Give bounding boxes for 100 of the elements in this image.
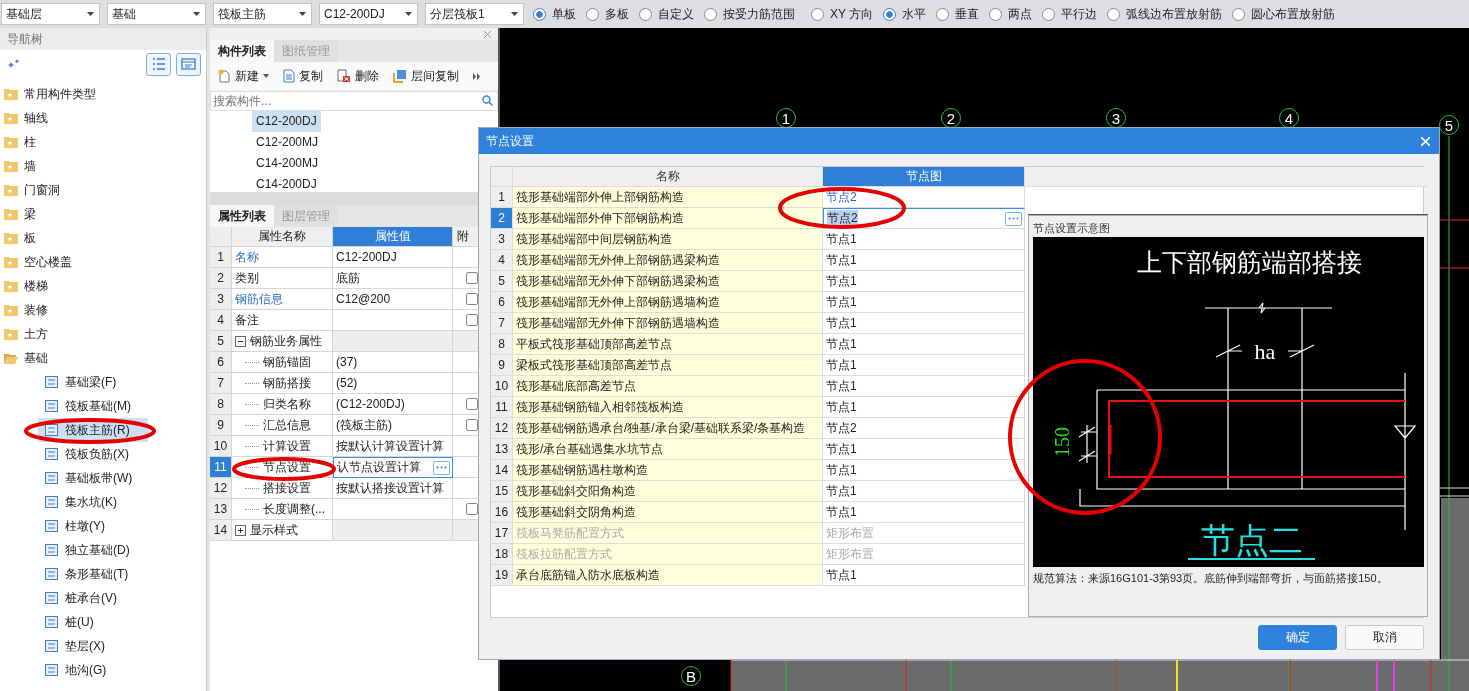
radio-option[interactable]: 平行边 [1042, 5, 1098, 23]
tree-item[interactable]: 常用构件类型 [0, 82, 206, 106]
tree-item[interactable]: 桩承台(V) [38, 586, 148, 610]
tree-item[interactable]: 门窗洞 [0, 178, 206, 202]
tree-item[interactable]: 基础板带(W) [38, 466, 148, 490]
table-cell: 梁板式筏形基础顶部高差节点 [513, 355, 823, 376]
tree-item[interactable]: 土方 [0, 322, 206, 346]
tree-item[interactable]: 基础梁(F) [38, 370, 148, 394]
tree-item[interactable]: 楼梯 [0, 274, 206, 298]
table-cell: (筏板主筋) [333, 415, 453, 436]
tree-item[interactable]: 柱 [0, 130, 206, 154]
link[interactable]: 钢筋信息 [235, 290, 283, 308]
radio-option[interactable]: 垂直 [936, 5, 980, 23]
search-icon[interactable] [482, 95, 493, 106]
list-view-button[interactable] [146, 52, 171, 76]
tree-item[interactable]: 板 [0, 226, 206, 250]
dropdown[interactable]: 筏板主筋 [213, 3, 312, 25]
radio-button[interactable] [639, 7, 652, 21]
radio-button[interactable] [811, 7, 824, 21]
list-item[interactable]: C12-200MJ [252, 132, 323, 153]
tree-item[interactable]: 集水坑(K) [38, 490, 148, 514]
radio-button[interactable] [1107, 7, 1121, 21]
toolbar-button[interactable]: 层间复制 [387, 64, 465, 88]
tree-item[interactable]: 空心楼盖 [0, 250, 206, 274]
sparkle-icon[interactable] [7, 58, 21, 70]
checkbox[interactable] [466, 419, 478, 431]
property-name: 钢筋锚固 [263, 353, 311, 371]
tree-item[interactable]: 地沟(G) [38, 658, 148, 682]
double-chevron-icon[interactable] [473, 72, 480, 80]
expand-icon[interactable] [235, 524, 246, 536]
radio-button[interactable] [704, 7, 717, 21]
tree-item[interactable]: 筏板负筋(X) [38, 442, 148, 466]
radio-button[interactable] [586, 7, 599, 21]
radio-option[interactable]: 两点 [989, 5, 1033, 23]
tree-item[interactable]: 条形基础(T) [38, 562, 148, 586]
radio-option[interactable]: 水平 [883, 5, 927, 23]
checkbox[interactable] [466, 293, 478, 305]
ok-button[interactable]: 确定 [1258, 625, 1337, 650]
radio-option[interactable]: 圆心布置放射筋 [1232, 5, 1336, 23]
radio-option[interactable]: 按受力筋范围 [704, 5, 795, 23]
dropdown[interactable]: 基础 [107, 3, 206, 25]
row-number: 7 [491, 313, 513, 334]
checkbox[interactable] [466, 398, 478, 410]
tree-item[interactable]: 独立基础(D) [38, 538, 148, 562]
tree-item[interactable]: 梁 [0, 202, 206, 226]
tree-item[interactable]: 轴线 [0, 106, 206, 130]
table-cell: 筏板拉筋配置方式 [513, 544, 823, 565]
row-number: 4 [210, 310, 232, 331]
link[interactable]: 名称 [235, 248, 259, 266]
tree-item[interactable]: 基础 [0, 346, 206, 370]
tree-item[interactable]: 装修 [0, 298, 206, 322]
layers-icon [393, 69, 407, 83]
more-button[interactable] [433, 460, 450, 475]
radio-button[interactable] [936, 7, 950, 21]
radio-button[interactable] [1232, 7, 1246, 21]
table-cell: 节点1 [823, 229, 1025, 250]
dropdown[interactable]: C12-200DJ [319, 3, 418, 25]
radio-option[interactable]: 多板 [586, 5, 629, 23]
checkbox[interactable] [466, 272, 478, 284]
row-number: 11 [210, 457, 232, 478]
dropdown[interactable]: 分层筏板1 [425, 3, 524, 25]
radio-button[interactable] [533, 7, 546, 21]
cancel-button[interactable]: 取消 [1345, 625, 1424, 650]
radio-button[interactable] [989, 7, 1003, 21]
tab[interactable]: 构件列表 [210, 40, 274, 62]
value-field[interactable]: 认节点设置计算 [333, 457, 453, 478]
diagram-caption: 节点二 [1201, 522, 1303, 559]
column-header: 节点图 [823, 167, 1025, 187]
list-item[interactable]: C14-200MJ [252, 153, 323, 174]
toolbar-button[interactable]: 复制 [277, 64, 329, 88]
toolbar-button[interactable]: 删除 [331, 64, 385, 88]
list-item[interactable]: C14-200DJ [252, 174, 321, 192]
table-cell: 筏板马凳筋配置方式 [513, 523, 823, 544]
tab[interactable]: 属性列表 [210, 205, 274, 227]
more-button[interactable] [1005, 211, 1022, 226]
property-name: 钢筋业务属性 [250, 332, 322, 350]
value-field[interactable]: 节点2 [823, 208, 1025, 229]
collapse-icon[interactable] [235, 335, 246, 347]
radio-option[interactable]: XY 方向 [811, 5, 874, 23]
radio-option[interactable]: 单板 [533, 5, 576, 23]
tree-item[interactable]: 桩(U) [38, 610, 148, 634]
tree-item[interactable]: 墙 [0, 154, 206, 178]
radio-button[interactable] [883, 7, 897, 21]
toolbar-button[interactable]: 新建 [212, 64, 275, 88]
tree-item[interactable]: 筏板基础(M) [38, 394, 148, 418]
row-number: 1 [210, 247, 232, 268]
tree-item[interactable]: 垫层(X) [38, 634, 148, 658]
checkbox[interactable] [466, 503, 478, 515]
list-item[interactable]: C12-200DJ [252, 111, 321, 132]
panel-view-button[interactable] [176, 52, 201, 76]
radio-option[interactable]: 弧线边布置放射筋 [1107, 5, 1223, 23]
radio-button[interactable] [1042, 7, 1056, 21]
table-cell: 平板式筏形基础顶部高差节点 [513, 334, 823, 355]
checkbox[interactable] [466, 314, 478, 326]
tree-item[interactable]: 柱墩(Y) [38, 514, 148, 538]
radio-option[interactable]: 自定义 [639, 5, 694, 23]
close-icon[interactable] [484, 30, 491, 38]
search-field[interactable]: 搜索构件... [210, 91, 498, 111]
dropdown[interactable]: 基础层 [1, 3, 100, 25]
list-icon [151, 58, 166, 70]
